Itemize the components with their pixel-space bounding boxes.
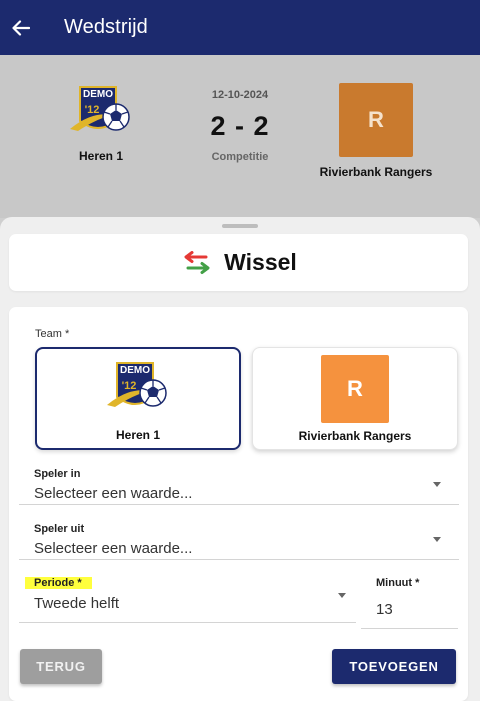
minuut-input[interactable]: Minuut * 13 bbox=[361, 567, 458, 629]
app-bar: Wedstrijd bbox=[0, 0, 480, 55]
action-header-card: Wissel bbox=[9, 234, 468, 291]
speler-uit-select[interactable]: Speler uit Selecteer een waarde... bbox=[19, 511, 459, 560]
away-team-logo: R bbox=[321, 355, 389, 423]
speler-in-label: Speler in bbox=[34, 468, 81, 480]
team-option-name: Rivierbank Rangers bbox=[298, 429, 412, 443]
svg-text:DEMO: DEMO bbox=[83, 89, 113, 100]
team-option-away[interactable]: R Rivierbank Rangers bbox=[252, 347, 458, 450]
speler-uit-label: Speler uit bbox=[34, 523, 85, 535]
demo-club-logo: DEMO '12 bbox=[107, 362, 167, 407]
match-type: Competitie bbox=[211, 151, 269, 163]
speler-in-value: Selecteer een waarde... bbox=[34, 485, 193, 502]
periode-value: Tweede helft bbox=[34, 595, 120, 612]
action-title: Wissel bbox=[224, 249, 297, 275]
chevron-down-icon bbox=[433, 482, 441, 487]
home-team-name: Heren 1 bbox=[78, 149, 124, 163]
drag-handle[interactable] bbox=[222, 224, 258, 228]
svg-text:DEMO: DEMO bbox=[120, 365, 150, 376]
match-score: 2 - 2 bbox=[210, 111, 270, 141]
chevron-down-icon bbox=[433, 537, 441, 542]
away-team: R Rivierbank Rangers bbox=[301, 83, 451, 179]
minuut-label: Minuut * bbox=[376, 577, 420, 589]
match-info: 12-10-2024 2 - 2 Competitie bbox=[165, 89, 315, 163]
svg-text:'12: '12 bbox=[122, 380, 137, 392]
match-date: 12-10-2024 bbox=[211, 89, 269, 101]
arrow-left-icon bbox=[12, 19, 30, 36]
event-sheet: Wissel Team * DEMO '12 Heren 1 R Rivierb… bbox=[0, 217, 480, 701]
periode-label: Periode * bbox=[34, 577, 92, 589]
team-option-name: Heren 1 bbox=[115, 428, 161, 442]
substitution-form: Team * DEMO '12 Heren 1 R Rivierbank Ran… bbox=[9, 307, 468, 701]
home-team: DEMO '12 Heren 1 bbox=[26, 83, 176, 163]
chevron-down-icon bbox=[338, 593, 346, 598]
speler-uit-value: Selecteer een waarde... bbox=[34, 540, 193, 557]
page-title: Wedstrijd bbox=[64, 16, 148, 38]
swap-arrows-icon bbox=[184, 250, 210, 274]
add-button[interactable]: TOEVOEGEN bbox=[332, 649, 456, 684]
svg-text:'12: '12 bbox=[85, 104, 100, 116]
team-option-home[interactable]: DEMO '12 Heren 1 bbox=[35, 347, 241, 450]
back-arrow-button[interactable] bbox=[2, 0, 40, 55]
away-team-name: Rivierbank Rangers bbox=[319, 165, 433, 179]
periode-select[interactable]: Periode * Tweede helft bbox=[19, 567, 356, 623]
speler-in-select[interactable]: Speler in Selecteer een waarde... bbox=[19, 456, 459, 505]
team-label: Team * bbox=[35, 328, 70, 340]
minuut-value: 13 bbox=[376, 601, 393, 618]
demo-club-logo: DEMO '12 bbox=[70, 86, 130, 131]
match-header: DEMO '12 Heren 1 12-10-2024 2 - 2 Compet… bbox=[0, 55, 480, 218]
back-button[interactable]: TERUG bbox=[20, 649, 102, 684]
away-team-logo: R bbox=[339, 83, 413, 157]
